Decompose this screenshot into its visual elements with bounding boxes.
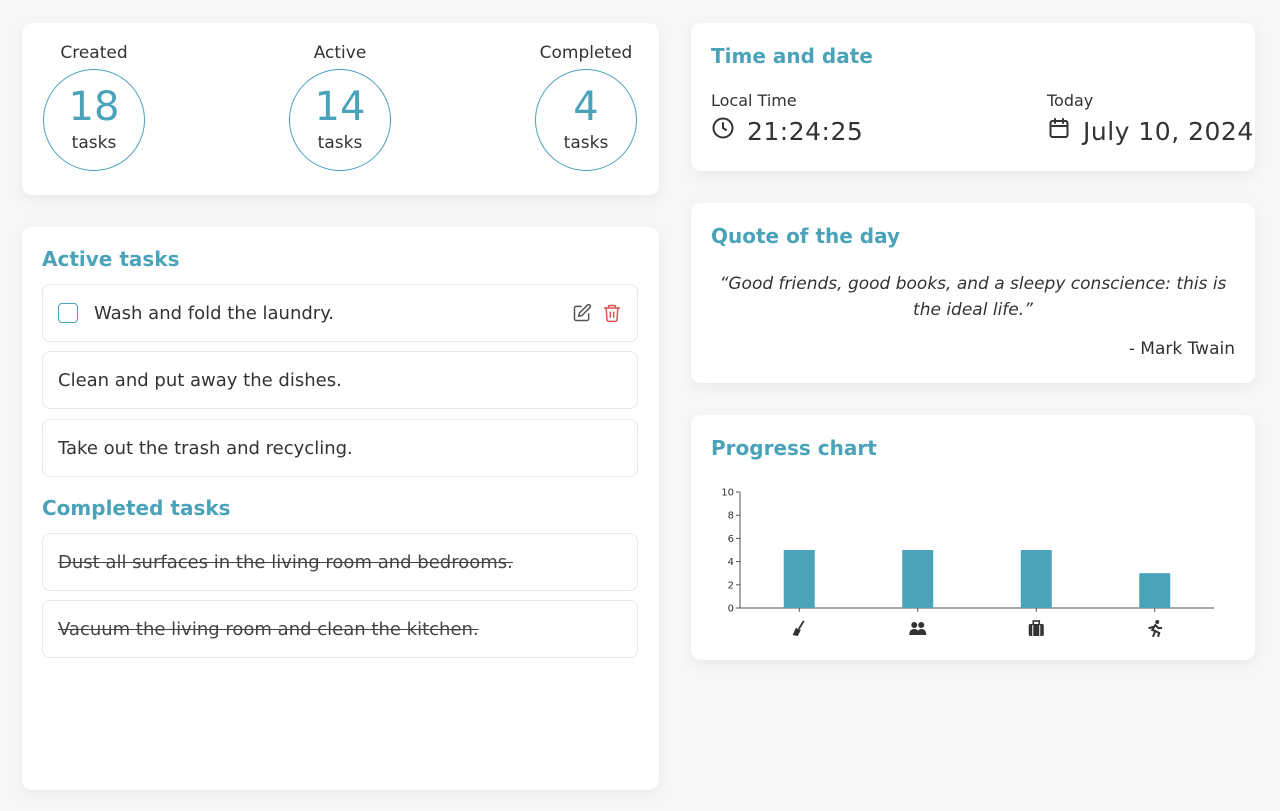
y-tick-label: 6 (728, 534, 734, 545)
task-text: Clean and put away the dishes. (58, 369, 342, 391)
chart-bar (902, 550, 934, 608)
completed-task-item[interactable]: Dust all surfaces in the living room and… (42, 533, 638, 591)
y-tick-label: 10 (721, 488, 734, 499)
task-text: Dust all surfaces in the living room and… (58, 551, 513, 573)
stat-completed-count: 4 (573, 84, 599, 130)
progress-chart-card: Progress chart 0 2 4 6 8 10 (691, 415, 1255, 660)
active-task-item[interactable]: Wash and fold the laundry. (42, 284, 638, 342)
stat-active-label: Active (313, 43, 367, 63)
time-date-title: Time and date (711, 44, 873, 68)
quote-text: “Good friends, good books, and a sleepy … (719, 274, 1227, 320)
quote-title: Quote of the day (711, 224, 901, 248)
stat-created: Created 18 tasks (24, 39, 164, 171)
today-label: Today (1047, 91, 1094, 110)
chart-bar (1020, 550, 1052, 608)
task-text: Vacuum the living room and clean the kit… (58, 618, 479, 640)
chart-bar (1139, 573, 1171, 608)
stat-created-count: 18 (68, 84, 120, 130)
active-tasks-title: Active tasks (42, 247, 180, 271)
completed-tasks-title: Completed tasks (42, 496, 231, 520)
completed-task-item[interactable]: Vacuum the living room and clean the kit… (42, 600, 638, 658)
task-text: Take out the trash and recycling. (58, 437, 353, 459)
today-date: Today July 10, 2024 (1047, 91, 1254, 146)
stat-completed-unit: tasks (563, 133, 609, 153)
stat-completed: Completed 4 tasks (516, 39, 656, 171)
y-tick-label: 4 (728, 557, 734, 568)
local-time-label: Local Time (711, 91, 797, 110)
edit-icon[interactable] (572, 303, 592, 323)
running-icon (1148, 620, 1163, 637)
stat-created-circle: 18 tasks (43, 69, 145, 171)
stat-active: Active 14 tasks (270, 39, 410, 171)
task-stats-card: Created 18 tasks Active 14 tasks Complet… (22, 23, 659, 195)
local-time-value-row: 21:24:25 (711, 116, 863, 146)
tasks-card: Active tasks Wash and fold the laundry. (22, 227, 659, 790)
task-text: Wash and fold the laundry. (94, 302, 335, 324)
progress-chart: 0 2 4 6 8 10 (721, 488, 1214, 637)
delete-icon[interactable] (602, 303, 622, 323)
today-value: July 10, 2024 (1083, 116, 1254, 146)
time-date-card: Time and date Local Time 21:24:25 Today (691, 23, 1255, 171)
stat-completed-circle: 4 tasks (535, 69, 637, 171)
task-checkbox[interactable] (58, 303, 78, 323)
local-time: Local Time 21:24:25 (711, 91, 863, 146)
stat-active-count: 14 (314, 84, 366, 130)
stat-active-unit: tasks (317, 133, 363, 153)
clock-icon (711, 116, 747, 146)
people-icon (909, 622, 927, 635)
active-task-item[interactable]: Clean and put away the dishes. (42, 351, 638, 409)
y-tick-label: 2 (728, 580, 734, 591)
stat-active-circle: 14 tasks (289, 69, 391, 171)
broom-icon (792, 620, 805, 636)
quote-author: - Mark Twain (1128, 339, 1235, 359)
y-tick-label: 8 (728, 511, 734, 522)
chart-bar (783, 550, 815, 608)
stat-created-unit: tasks (71, 133, 117, 153)
active-task-item[interactable]: Take out the trash and recycling. (42, 419, 638, 477)
task-actions (572, 303, 622, 323)
stat-created-label: Created (60, 43, 128, 63)
y-tick-label: 0 (728, 604, 734, 615)
stat-completed-label: Completed (539, 43, 633, 63)
quote-card: Quote of the day “Good friends, good boo… (691, 203, 1255, 383)
briefcase-icon (1028, 620, 1044, 636)
calendar-icon (1047, 116, 1083, 146)
today-value-row: July 10, 2024 (1047, 116, 1254, 146)
local-time-value: 21:24:25 (747, 116, 864, 146)
